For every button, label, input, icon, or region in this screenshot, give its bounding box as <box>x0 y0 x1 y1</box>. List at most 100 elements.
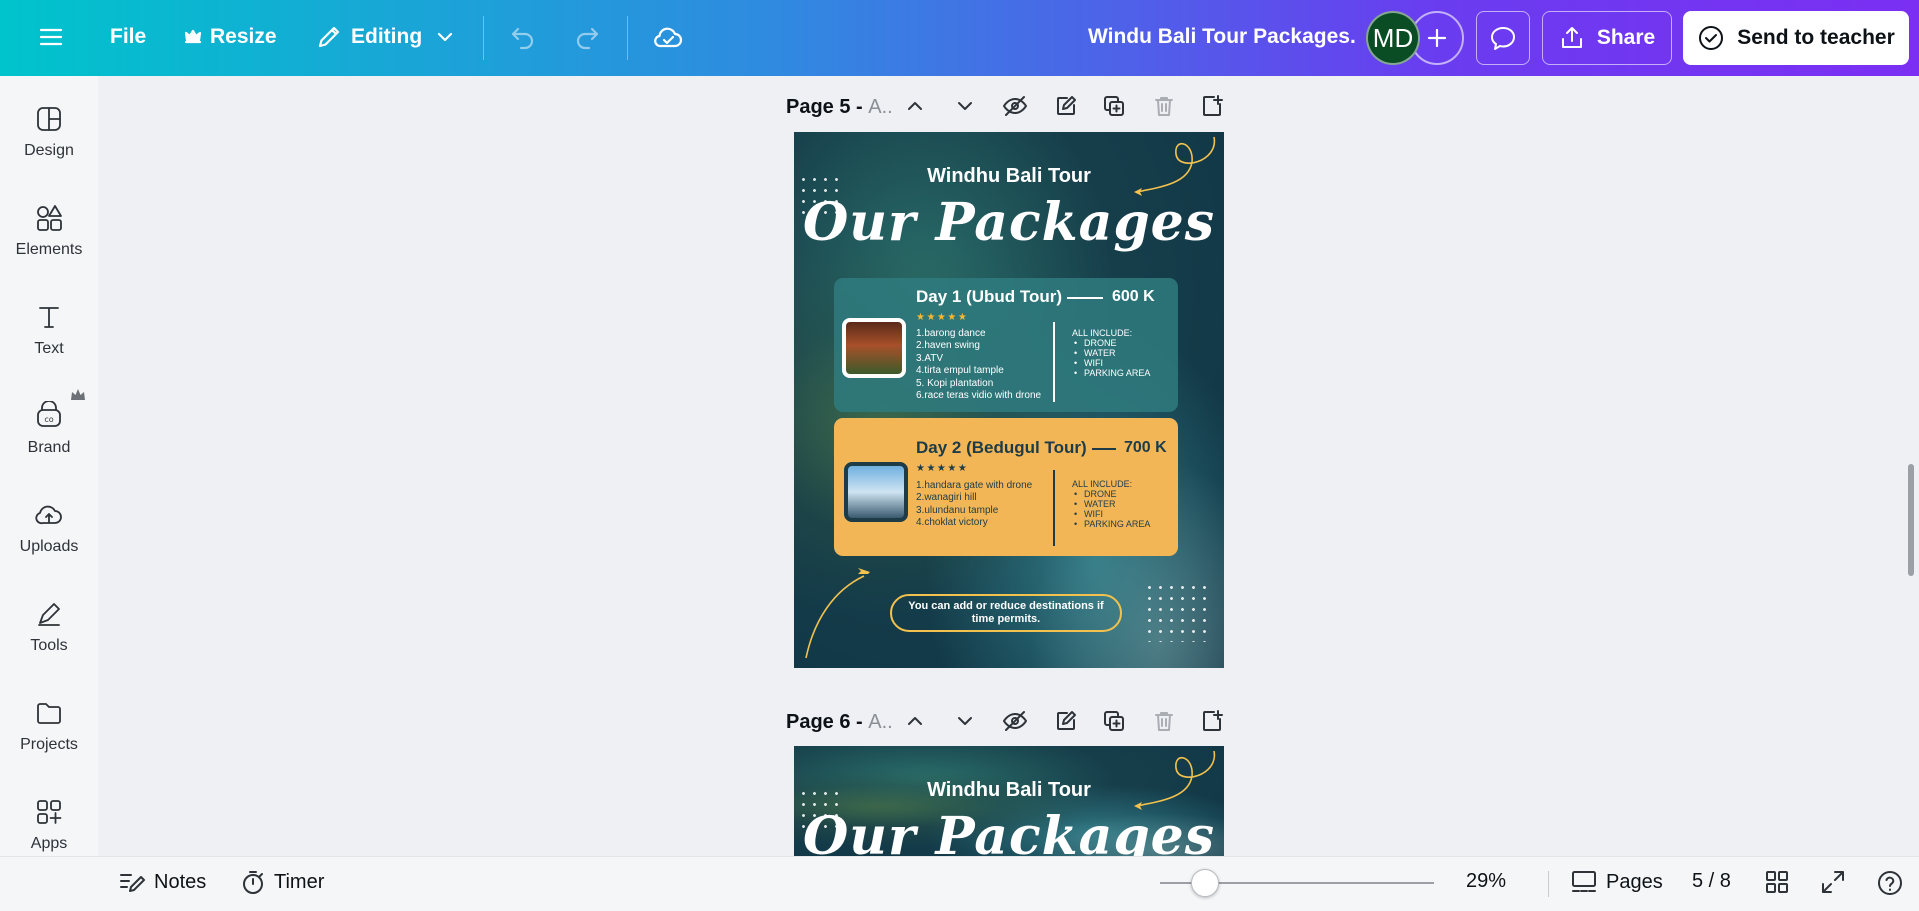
delete-page-button[interactable] <box>1152 709 1176 738</box>
day-1-title: Day 1 (Ubud Tour) <box>916 287 1063 306</box>
poster-headline[interactable]: Our Packages <box>794 806 1224 856</box>
page-6-canvas[interactable]: Windhu Bali Tour Our Packages <box>794 746 1224 856</box>
bottom-toolbar: Notes Timer 29% Pages 5 / 8 <box>0 856 1919 911</box>
grid-view-button[interactable] <box>1764 869 1790 895</box>
grid-view-icon <box>1766 871 1788 893</box>
sidebar-item-label: Design <box>24 142 74 159</box>
hide-page-button[interactable] <box>1002 709 1028 738</box>
page-number-label: Page 6 - <box>786 710 869 733</box>
page-counter-label: 5 / 8 <box>1692 870 1731 892</box>
sidebar-item-projects[interactable]: Projects <box>0 684 98 774</box>
sidebar-item-label: Text <box>34 340 64 357</box>
zoom-percentage[interactable]: 29% <box>1466 870 1506 893</box>
comment-bubble-icon <box>1491 27 1515 50</box>
move-page-down-button[interactable] <box>954 95 976 122</box>
pages-button[interactable]: Pages <box>1570 869 1663 895</box>
day-1-activities: 1.barong dance 2.haven swing 3.ATV 4.tir… <box>916 328 1041 402</box>
save-status-button[interactable] <box>652 21 684 53</box>
dot-pattern-decoration <box>1144 582 1214 642</box>
page-5-title[interactable]: Page 5 - A.. <box>786 96 893 119</box>
share-button[interactable]: Share <box>1542 11 1672 65</box>
timer-button[interactable]: Timer <box>240 869 324 895</box>
activity-item: 1.barong dance <box>916 328 986 339</box>
redo-icon <box>576 27 599 50</box>
activity-item: 1.handara gate with drone <box>916 480 1033 491</box>
page-name-label: A.. <box>868 95 893 118</box>
pages-icon <box>1572 871 1596 892</box>
duplicate-page-button[interactable] <box>1102 709 1126 738</box>
undo-button[interactable] <box>509 23 537 51</box>
sidebar-item-elements[interactable]: Elements <box>0 189 98 279</box>
page-6-title[interactable]: Page 6 - A.. <box>786 711 893 734</box>
include-item: WATER <box>1074 499 1150 509</box>
editing-label: Editing <box>351 25 423 48</box>
help-button[interactable] <box>1876 869 1904 897</box>
move-page-up-button[interactable] <box>904 95 926 122</box>
main-menu-button[interactable] <box>38 24 64 50</box>
include-item: DRONE <box>1074 489 1150 499</box>
duplicate-page-button[interactable] <box>1102 94 1126 123</box>
toolbar-divider <box>483 16 484 60</box>
brand-icon: co <box>37 401 61 427</box>
day-1-package-card[interactable]: Day 1 (Ubud Tour) 600 K ★★★★★ 1.barong d… <box>834 278 1178 412</box>
sidebar-item-label: Apps <box>30 835 68 852</box>
duplicate-icon <box>1104 96 1124 116</box>
include-item: WIFI <box>1074 358 1150 368</box>
day-2-package-card[interactable]: Day 2 (Bedugul Tour) 700 K ★★★★★ 1.handa… <box>834 418 1178 556</box>
day-2-includes: DRONE WATER WIFI PARKING AREA <box>1072 489 1150 529</box>
page-name-label: A.. <box>868 710 893 733</box>
hide-page-button[interactable] <box>1002 94 1028 123</box>
sidebar-item-uploads[interactable]: Uploads <box>0 486 98 576</box>
poster-headline[interactable]: Our Packages <box>794 192 1224 253</box>
include-item: WATER <box>1074 348 1150 358</box>
file-menu-button[interactable]: File <box>110 25 146 49</box>
chevron-down-icon <box>958 102 972 110</box>
user-avatar[interactable]: MD <box>1366 11 1420 65</box>
eye-off-icon <box>1003 96 1027 116</box>
notes-button[interactable]: Notes <box>118 869 206 895</box>
sidebar-item-design[interactable]: Design <box>0 90 98 180</box>
crown-premium-icon <box>71 389 85 400</box>
page-5-canvas[interactable]: Windhu Bali Tour Our Packages Day 1 (Ubu… <box>794 132 1224 668</box>
sidebar-item-text[interactable]: Text <box>0 288 98 378</box>
check-circle-icon <box>1699 26 1724 50</box>
edit-page-notes-button[interactable] <box>1054 709 1078 738</box>
plus-icon <box>1427 28 1447 48</box>
day-1-rating-stars: ★★★★★ <box>916 312 969 323</box>
activity-item: 3.ulundanu tample <box>916 504 999 516</box>
send-to-teacher-button[interactable]: Send to teacher <box>1683 11 1909 65</box>
redo-button[interactable] <box>573 23 601 51</box>
sidebar-item-tools[interactable]: Tools <box>0 585 98 675</box>
add-page-button[interactable] <box>1200 709 1224 738</box>
trash-icon <box>1155 97 1173 116</box>
move-page-up-button[interactable] <box>904 710 926 737</box>
resize-button[interactable]: Resize <box>184 25 277 49</box>
fullscreen-button[interactable] <box>1820 869 1846 895</box>
add-page-icon <box>1203 95 1223 116</box>
poster-brand[interactable]: Windhu Bali Tour <box>794 165 1224 188</box>
activity-item: 2.haven swing <box>916 340 980 352</box>
ubud-temple-thumbnail <box>842 318 906 378</box>
delete-page-button[interactable] <box>1152 94 1176 123</box>
poster-note[interactable]: You can add or reduce destinations if ti… <box>890 594 1122 632</box>
send-to-teacher-label: Send to teacher <box>1737 26 1895 49</box>
document-title[interactable]: Windu Bali Tour Packages. <box>1088 25 1356 49</box>
move-page-down-button[interactable] <box>954 710 976 737</box>
poster-brand[interactable]: Windhu Bali Tour <box>794 779 1224 802</box>
day-2-activities: 1.handara gate with drone 2.wanagiri hil… <box>916 480 1032 530</box>
editing-mode-dropdown[interactable]: Editing <box>315 23 456 51</box>
day-2-rating-stars: ★★★★★ <box>916 463 969 474</box>
activity-item: 6.race teras vidio with drone <box>916 390 1042 402</box>
projects-icon <box>37 703 61 724</box>
canvas-scrollbar[interactable] <box>1908 464 1914 576</box>
pages-label: Pages <box>1606 870 1663 893</box>
flight-path-decoration <box>805 568 870 659</box>
activity-item: 5. Kopi plantation <box>916 377 994 389</box>
add-page-button[interactable] <box>1200 94 1224 123</box>
edit-page-notes-button[interactable] <box>1054 94 1078 123</box>
share-label: Share <box>1596 26 1656 49</box>
uploads-icon <box>35 505 62 525</box>
comments-button[interactable] <box>1476 11 1530 65</box>
sidebar-item-label: Tools <box>30 637 68 654</box>
sidebar-item-label: Projects <box>20 736 78 753</box>
